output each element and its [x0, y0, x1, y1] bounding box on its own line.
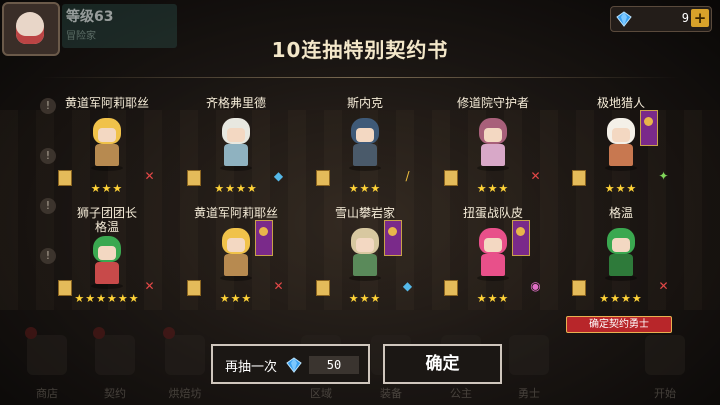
hero-stars: ★★★★ — [214, 182, 258, 195]
hero-name: 雪山攀岩家 — [334, 206, 395, 220]
hero-name: 黄道军阿莉耶丝 — [64, 96, 149, 110]
gem-counter: 9 + — [610, 6, 712, 32]
hero-name: 齐格弗里德 — [205, 96, 266, 110]
staff-class-icon: ◉ — [530, 279, 541, 293]
sword-class-icon: ✕ — [530, 169, 541, 183]
banner-flag-icon — [255, 220, 273, 256]
gem-count: 9 — [681, 11, 689, 25]
hero-sprite — [473, 228, 513, 281]
player-level: 等级63 — [66, 9, 114, 25]
hero-stars: ★★★ — [604, 182, 638, 195]
hero-name: 扭蛋战队皮 — [462, 206, 523, 220]
hero-sprite — [345, 118, 385, 171]
confirm-hero-ribbon: 确定契约勇士 — [566, 316, 672, 333]
hero-sprite — [216, 228, 256, 281]
hero-card[interactable]: 雪山攀岩家 ★★★ ◆ — [310, 206, 420, 316]
sword-class-icon: ✕ — [144, 169, 155, 183]
hero-sprite — [216, 118, 256, 171]
hero-sprite — [601, 228, 641, 281]
hero-stars: ★★★ — [90, 182, 124, 195]
hero-sprite — [87, 118, 127, 171]
hero-sprite — [345, 228, 385, 281]
hero-card[interactable]: 扭蛋战队皮 ★★★ ◉ — [438, 206, 548, 316]
diamond-icon — [286, 357, 302, 373]
hero-name: 修道院守护者 — [456, 96, 529, 110]
hero-name: 黄道军阿莉耶丝 — [193, 206, 278, 220]
hero-card[interactable]: 格温 ★★★★ ✕ — [566, 206, 676, 316]
banner-flag-icon — [512, 220, 530, 256]
hero-name: 极地猎人 — [596, 96, 645, 110]
banner-flag-icon — [640, 110, 658, 146]
hero-sprite — [473, 118, 513, 171]
hero-stars: ★★★ — [348, 292, 382, 305]
bow-class-icon: / — [405, 169, 410, 183]
hero-name: 斯内克 — [346, 96, 383, 110]
axe-class-icon: ◆ — [273, 169, 284, 183]
hero-stars: ★★★ — [219, 292, 253, 305]
draw-again-cost: 50 — [309, 356, 359, 374]
hero-stars: ★★★ — [476, 292, 510, 305]
hero-card[interactable]: 黄道军阿莉耶丝 ★★★ ✕ — [181, 206, 291, 316]
draw-again-button[interactable]: 再抽一次 50 — [211, 344, 370, 384]
contract-title: 10连抽特别契约书 — [271, 38, 449, 62]
hero-card[interactable]: 齐格弗里德 ★★★★ ◆ — [181, 96, 291, 206]
add-gems-button[interactable]: + — [691, 9, 709, 27]
banner-flag-icon — [384, 220, 402, 256]
draw-again-label: 再抽一次 — [225, 360, 278, 375]
hero-card[interactable]: 极地猎人 ★★★ ✦ — [566, 96, 676, 206]
hero-card[interactable]: 黄道军阿莉耶丝 ★★★ ✕ — [52, 96, 162, 206]
hero-stars: ★★★ — [476, 182, 510, 195]
hero-card[interactable]: 修道院守护者 ★★★ ✕ — [438, 96, 548, 206]
sword-class-icon: ✕ — [273, 279, 284, 293]
confirm-button[interactable]: 确定 — [383, 344, 502, 384]
diamond-icon — [616, 11, 632, 27]
hero-stars: ★★★★ — [599, 292, 643, 305]
hero-stars: ★★★ — [348, 182, 382, 195]
shield-class-icon: ✦ — [658, 169, 669, 183]
title-divider — [40, 77, 680, 78]
hero-sprite — [87, 236, 127, 289]
hero-sprite — [601, 118, 641, 171]
axe-class-icon: ◆ — [402, 279, 413, 293]
hero-stars: ★★★★★★ — [74, 292, 140, 305]
hero-name: 狮子团团长 格温 — [76, 206, 137, 234]
hero-card[interactable]: 狮子团团长 格温 ★★★★★★ ✕ — [52, 206, 162, 316]
sword-class-icon: ✕ — [658, 279, 669, 293]
sword-class-icon: ✕ — [144, 279, 155, 293]
hero-name: 格温 — [608, 206, 633, 220]
hero-card[interactable]: 斯内克 ★★★ / — [310, 96, 420, 206]
